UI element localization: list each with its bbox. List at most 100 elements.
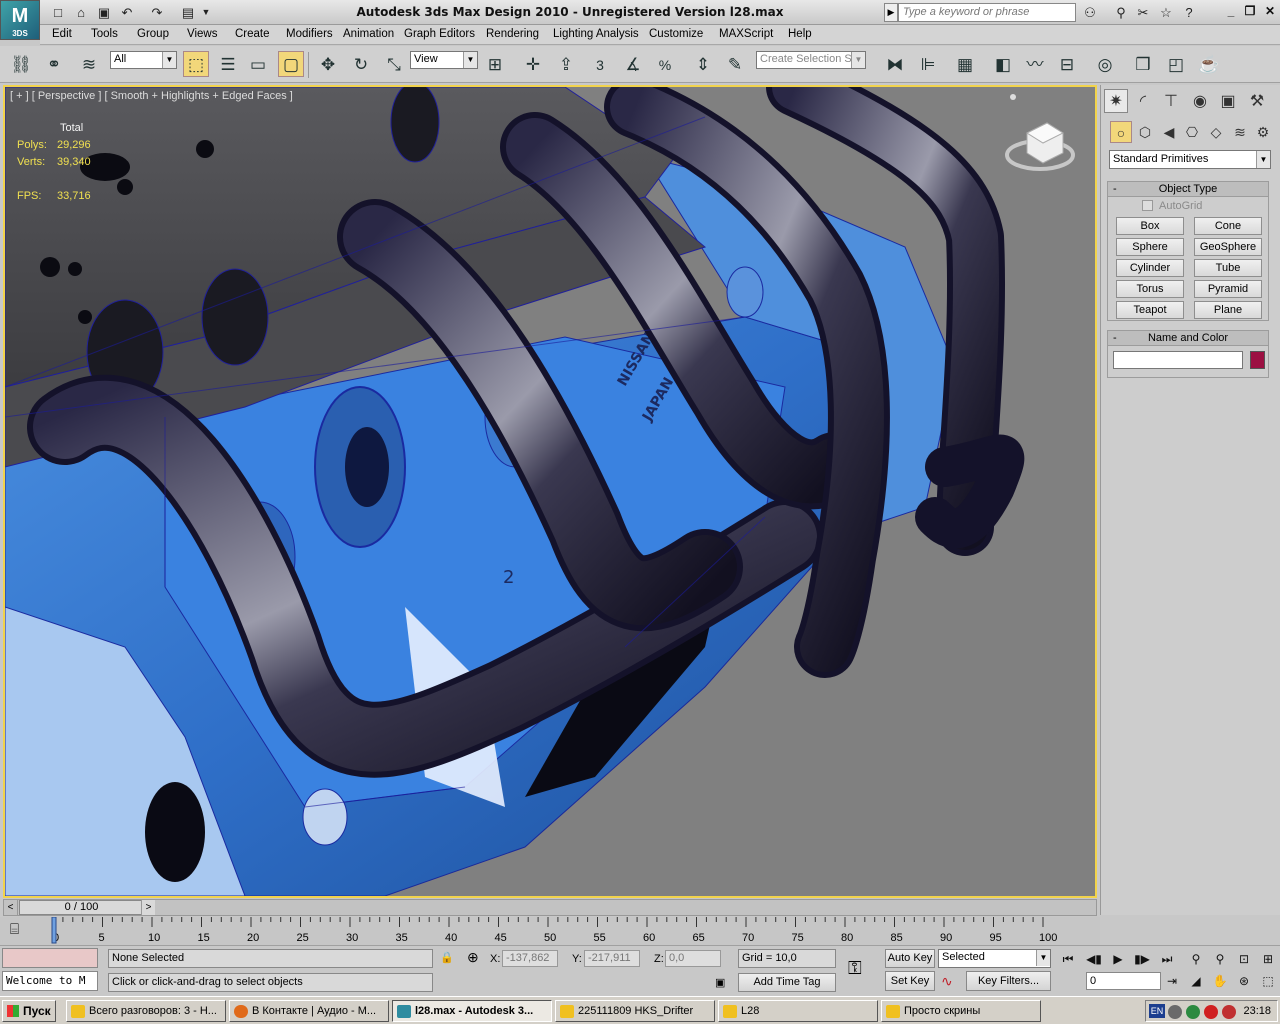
field-of-view-icon[interactable]: ◢: [1186, 972, 1206, 990]
menu-help[interactable]: Help: [788, 28, 812, 40]
edit-named-selection-icon[interactable]: ✎: [722, 51, 748, 77]
task-browser[interactable]: В Контакте | Аудио - М...: [229, 1000, 389, 1022]
menu-tools[interactable]: Tools: [91, 28, 118, 40]
time-slider[interactable]: < 0 / 100 >: [3, 899, 1097, 916]
select-and-scale-icon[interactable]: ⤡: [381, 51, 407, 77]
curve-editor-mini-icon[interactable]: ⌸: [10, 921, 19, 938]
align-icon[interactable]: ⊫: [915, 51, 941, 77]
communication-center-icon[interactable]: ✂: [1133, 3, 1153, 22]
task-folder-drifter[interactable]: 225111809 HKS_Drifter: [555, 1000, 715, 1022]
view-cube-home-icon[interactable]: [1010, 94, 1016, 100]
shapes-category-icon[interactable]: ⬡: [1134, 121, 1156, 143]
torus-button[interactable]: Torus: [1116, 280, 1184, 298]
select-and-rotate-icon[interactable]: ↻: [348, 51, 374, 77]
search-input[interactable]: Type a keyword or phrase: [898, 3, 1076, 22]
unlink-icon[interactable]: ⚭: [41, 51, 67, 77]
primitive-type-select[interactable]: Standard Primitives ▼: [1109, 150, 1271, 169]
lights-category-icon[interactable]: ◀: [1158, 121, 1180, 143]
time-slider-prev-icon[interactable]: <: [4, 900, 18, 915]
play-icon[interactable]: ▶: [1108, 950, 1128, 968]
cameras-category-icon[interactable]: ⎔: [1181, 121, 1203, 143]
render-setup-icon[interactable]: ❒: [1130, 51, 1156, 77]
render-production-icon[interactable]: ☕: [1196, 51, 1222, 77]
go-to-end-icon[interactable]: ⏭: [1157, 950, 1177, 968]
systems-category-icon[interactable]: ⚙: [1252, 121, 1274, 143]
auto-key-button[interactable]: Auto Key: [885, 949, 935, 968]
menu-maxscript[interactable]: MAXScript: [719, 28, 773, 40]
select-object-icon[interactable]: ⬚: [183, 51, 209, 77]
quick-access-dropdown-icon[interactable]: ▼: [199, 3, 213, 22]
current-frame-marker[interactable]: [51, 917, 57, 944]
cylinder-button[interactable]: Cylinder: [1116, 259, 1184, 277]
graphite-modeling-icon[interactable]: ◧: [990, 51, 1016, 77]
menu-views[interactable]: Views: [187, 28, 217, 40]
snaps-toggle-icon[interactable]: 3: [587, 51, 613, 77]
network-icon[interactable]: [1168, 1005, 1182, 1019]
named-selection-input[interactable]: Create Selection Se ▼: [756, 51, 866, 69]
mirror-icon[interactable]: ⧓: [882, 51, 908, 77]
pivot-center-icon[interactable]: ⊞: [482, 51, 508, 77]
key-mode-select[interactable]: Selected ▼: [938, 949, 1051, 968]
viewport-label[interactable]: [ + ] [ Perspective ] [ Smooth + Highlig…: [10, 90, 293, 102]
zoom-icon[interactable]: ⚲: [1186, 950, 1206, 968]
default-tangent-icon[interactable]: ∿: [941, 973, 953, 990]
maxscript-listener-input[interactable]: Welcome to M: [2, 971, 98, 991]
menu-edit[interactable]: Edit: [52, 28, 72, 40]
spinner-snap-icon[interactable]: ⇕: [690, 51, 716, 77]
layer-manager-icon[interactable]: ▦: [952, 51, 978, 77]
track-bar[interactable]: ⌸ 05101520253035404550556065707580859095…: [0, 917, 1100, 945]
tab-modify-icon[interactable]: ◜: [1131, 89, 1155, 113]
zoom-extents-icon[interactable]: ⊡: [1234, 950, 1254, 968]
tab-create-icon[interactable]: ✷: [1104, 89, 1128, 113]
rectangular-selection-icon[interactable]: ▭: [245, 51, 271, 77]
tube-button[interactable]: Tube: [1194, 259, 1262, 277]
selection-filter-select[interactable]: All ▼: [110, 51, 177, 69]
material-editor-icon[interactable]: ◎: [1092, 51, 1118, 77]
menu-rendering[interactable]: Rendering: [486, 28, 539, 40]
tab-display-icon[interactable]: ▣: [1216, 89, 1240, 113]
set-key-button[interactable]: Set Key: [885, 971, 935, 991]
task-3dsmax[interactable]: l28.max - Autodesk 3...: [392, 1000, 552, 1022]
y-coordinate-field[interactable]: -217,911: [584, 950, 640, 967]
box-button[interactable]: Box: [1116, 217, 1184, 235]
menu-graph-editors[interactable]: Graph Editors: [404, 28, 475, 40]
redo-icon[interactable]: ↷: [147, 3, 167, 22]
helpers-category-icon[interactable]: ◇: [1205, 121, 1227, 143]
zoom-extents-all-icon[interactable]: ⊞: [1258, 950, 1278, 968]
track-ruler[interactable]: 0510152025303540455055606570758085909510…: [50, 917, 1100, 945]
orbit-icon[interactable]: ⊛: [1234, 972, 1254, 990]
tab-hierarchy-icon[interactable]: ⊤: [1159, 89, 1183, 113]
name-and-color-header[interactable]: - Name and Color: [1108, 331, 1268, 346]
time-tag-icon[interactable]: ▣: [715, 976, 725, 989]
geosphere-button[interactable]: GeoSphere: [1194, 238, 1262, 256]
undo-icon[interactable]: ↶: [117, 3, 137, 22]
messenger-icon[interactable]: [1204, 1005, 1218, 1019]
current-frame-field[interactable]: 0: [1086, 972, 1161, 990]
time-slider-next-icon[interactable]: >: [141, 900, 155, 915]
binoculars-icon[interactable]: ⚇: [1080, 3, 1100, 22]
autogrid-checkbox[interactable]: AutoGrid: [1142, 200, 1202, 212]
menu-lighting-analysis[interactable]: Lighting Analysis: [553, 28, 639, 40]
favorites-star-icon[interactable]: ☆: [1156, 3, 1176, 22]
angle-snap-icon[interactable]: ∡: [620, 51, 646, 77]
tab-motion-icon[interactable]: ◉: [1188, 89, 1212, 113]
viewport-shading-mode[interactable]: [ Smooth + Highlights + Edged Faces ]: [104, 90, 292, 102]
time-slider-thumb[interactable]: 0 / 100: [19, 900, 144, 915]
teapot-button[interactable]: Teapot: [1116, 301, 1184, 319]
rendered-frame-window-icon[interactable]: ◰: [1163, 51, 1189, 77]
antivirus-icon[interactable]: [1186, 1005, 1200, 1019]
window-crossing-icon[interactable]: ▢: [278, 51, 304, 77]
menu-animation[interactable]: Animation: [343, 28, 394, 40]
go-to-start-icon[interactable]: ⏮: [1058, 950, 1078, 968]
maximize-viewport-icon[interactable]: ⬚: [1258, 972, 1278, 990]
keyboard-shortcut-override-icon[interactable]: ⇪: [553, 51, 579, 77]
object-name-input[interactable]: [1113, 351, 1243, 369]
select-by-name-icon[interactable]: ☰: [215, 51, 241, 77]
set-key-icon[interactable]: ⚿: [848, 958, 862, 979]
sphere-button[interactable]: Sphere: [1116, 238, 1184, 256]
maxscript-listener-pink[interactable]: [2, 948, 98, 968]
key-filters-button[interactable]: Key Filters...: [966, 971, 1051, 991]
zoom-all-icon[interactable]: ⚲: [1210, 950, 1230, 968]
selection-lock-icon[interactable]: 🔒: [440, 951, 454, 964]
restore-icon[interactable]: ❐: [1242, 4, 1258, 20]
